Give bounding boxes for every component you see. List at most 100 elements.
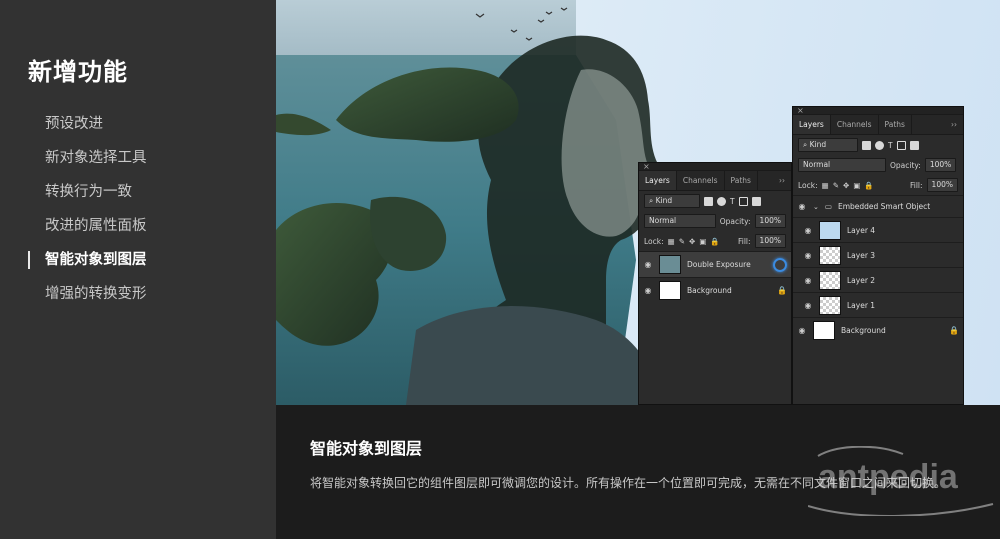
- blend-mode-select[interactable]: Normal: [798, 158, 886, 172]
- smart-filter-icon[interactable]: [909, 140, 919, 150]
- visibility-eye-icon[interactable]: ◉: [803, 276, 813, 285]
- tab-paths[interactable]: Paths: [879, 115, 912, 134]
- layer-row[interactable]: ◉ Layer 1: [793, 292, 963, 317]
- lock-move-icon[interactable]: ✥: [843, 181, 849, 190]
- layer-name: Layer 1: [847, 300, 876, 310]
- layer-thumbnail: [819, 245, 841, 265]
- lock-brush-icon[interactable]: ✎: [679, 237, 685, 246]
- filter-row: ⌕ Kind T: [793, 135, 963, 155]
- layer-name: Double Exposure: [687, 260, 751, 269]
- lock-icon: 🔒: [777, 285, 787, 295]
- pixel-filter-icon[interactable]: [704, 196, 713, 206]
- lock-all-icon[interactable]: 🔒: [710, 237, 719, 246]
- search-icon: ⌕: [649, 196, 654, 205]
- layer-row-selected[interactable]: ◉ Double Exposure: [639, 251, 791, 277]
- panel-menu-icon[interactable]: ››: [779, 171, 785, 191]
- sidebar-title: 新增功能: [28, 58, 128, 86]
- layer-thumbnail: [819, 270, 841, 290]
- blend-mode-select[interactable]: Normal: [644, 214, 716, 228]
- caption-title: 智能对象到图层: [310, 439, 423, 458]
- lock-label: Lock:: [798, 180, 818, 190]
- lock-move-icon[interactable]: ✥: [689, 237, 695, 246]
- tab-layers[interactable]: Layers: [793, 115, 831, 134]
- menu-item-properties-panel[interactable]: 改进的属性面板: [28, 214, 147, 248]
- kind-filter-select[interactable]: ⌕ Kind: [798, 138, 858, 152]
- menu-item-object-selection[interactable]: 新对象选择工具: [28, 146, 147, 180]
- layer-thumbnail: [813, 320, 835, 340]
- lock-artboard-icon[interactable]: ▣: [699, 237, 706, 246]
- layer-name: Layer 2: [847, 275, 876, 285]
- layer-name: Layer 4: [847, 225, 876, 235]
- layers-panel-expanded: × Layers Channels Paths ›› ⌕ Kind T Norm…: [792, 106, 964, 405]
- group-name: Embedded Smart Object: [837, 202, 931, 211]
- layer-row[interactable]: ◉ Layer 4: [793, 217, 963, 242]
- tab-channels[interactable]: Channels: [677, 171, 725, 190]
- tab-layers[interactable]: Layers: [639, 171, 677, 190]
- panel-menu-icon[interactable]: ››: [951, 115, 957, 135]
- click-highlight-icon: [773, 257, 787, 272]
- visibility-eye-icon[interactable]: ◉: [803, 251, 813, 260]
- blend-row: Normal Opacity: 100%: [639, 211, 791, 231]
- disclosure-chevron-icon[interactable]: ⌄: [813, 203, 819, 211]
- kind-filter-label: Kind: [809, 140, 827, 149]
- layer-thumbnail: [819, 220, 841, 240]
- tab-channels[interactable]: Channels: [831, 115, 879, 134]
- menu-item-transform-behavior[interactable]: 转换行为一致: [28, 180, 147, 214]
- close-icon[interactable]: ×: [643, 162, 650, 171]
- smart-object-thumbnail: [659, 255, 681, 274]
- lock-transparent-icon[interactable]: ▦: [668, 237, 675, 246]
- pixel-filter-icon[interactable]: [862, 140, 871, 150]
- lock-all-icon[interactable]: 🔒: [864, 181, 873, 190]
- layer-row[interactable]: ◉ Layer 3: [793, 242, 963, 267]
- layer-thumbnail: [819, 295, 841, 315]
- visibility-eye-icon[interactable]: ◉: [803, 226, 813, 235]
- opacity-label: Opacity:: [719, 216, 751, 226]
- visibility-eye-icon[interactable]: ◉: [797, 326, 807, 335]
- hero-image: × Layers Channels Paths ›› ⌕ Kind T Norm…: [276, 0, 1000, 405]
- close-icon[interactable]: ×: [797, 106, 804, 115]
- type-filter-icon[interactable]: T: [730, 197, 735, 206]
- adjustment-filter-icon[interactable]: [875, 140, 884, 150]
- lock-label: Lock:: [644, 236, 664, 246]
- smart-filter-icon[interactable]: [751, 196, 761, 206]
- kind-filter-select[interactable]: ⌕ Kind: [644, 194, 700, 208]
- panel-tabbar: Layers Channels Paths ››: [793, 115, 963, 135]
- type-filter-icon[interactable]: T: [888, 141, 893, 150]
- fill-input[interactable]: 100%: [754, 234, 786, 248]
- search-icon: ⌕: [803, 140, 808, 149]
- opacity-input[interactable]: 100%: [754, 214, 786, 228]
- fill-label: Fill:: [910, 180, 923, 190]
- layer-thumbnail: [659, 280, 681, 300]
- visibility-eye-icon[interactable]: ◉: [643, 286, 653, 295]
- visibility-eye-icon[interactable]: ◉: [797, 202, 807, 211]
- menu-item-presets[interactable]: 预设改进: [28, 112, 147, 146]
- kind-filter-label: Kind: [655, 196, 673, 205]
- lock-row: Lock: ▦ ✎ ✥ ▣ 🔒 Fill: 100%: [639, 231, 791, 251]
- visibility-eye-icon[interactable]: ◉: [803, 301, 813, 310]
- layer-row[interactable]: ◉ Background 🔒: [639, 277, 791, 302]
- shape-filter-icon[interactable]: [896, 140, 906, 150]
- opacity-input[interactable]: 100%: [924, 158, 957, 172]
- antpedia-watermark-logo: antpedia: [808, 446, 994, 516]
- panel-tabbar: Layers Channels Paths ››: [639, 171, 791, 191]
- visibility-eye-icon[interactable]: ◉: [643, 260, 653, 269]
- menu-item-warp[interactable]: 增强的转换变形: [28, 282, 147, 316]
- sidebar: 新增功能 预设改进 新对象选择工具 转换行为一致 改进的属性面板 智能对象到图层…: [0, 0, 276, 539]
- layer-name: Background: [687, 285, 732, 295]
- menu-item-smart-object-to-layers[interactable]: 智能对象到图层: [28, 248, 147, 282]
- opacity-label: Opacity:: [890, 160, 921, 170]
- lock-brush-icon[interactable]: ✎: [833, 181, 839, 190]
- lock-transparent-icon[interactable]: ▦: [822, 181, 829, 190]
- layer-row[interactable]: ◉ Layer 2: [793, 267, 963, 292]
- adjustment-filter-icon[interactable]: [717, 196, 726, 206]
- layer-group-row[interactable]: ◉ ⌄ ▭ Embedded Smart Object: [793, 195, 963, 217]
- layer-name: Background: [841, 325, 886, 335]
- layer-row[interactable]: ◉ Background 🔒: [793, 317, 963, 342]
- shape-filter-icon[interactable]: [738, 196, 748, 206]
- fill-input[interactable]: 100%: [926, 178, 958, 192]
- layers-panel: × Layers Channels Paths ›› ⌕ Kind T Norm…: [638, 162, 792, 405]
- lock-artboard-icon[interactable]: ▣: [853, 181, 860, 190]
- blend-row: Normal Opacity: 100%: [793, 155, 963, 175]
- svg-text:antpedia: antpedia: [818, 458, 959, 496]
- tab-paths[interactable]: Paths: [725, 171, 758, 190]
